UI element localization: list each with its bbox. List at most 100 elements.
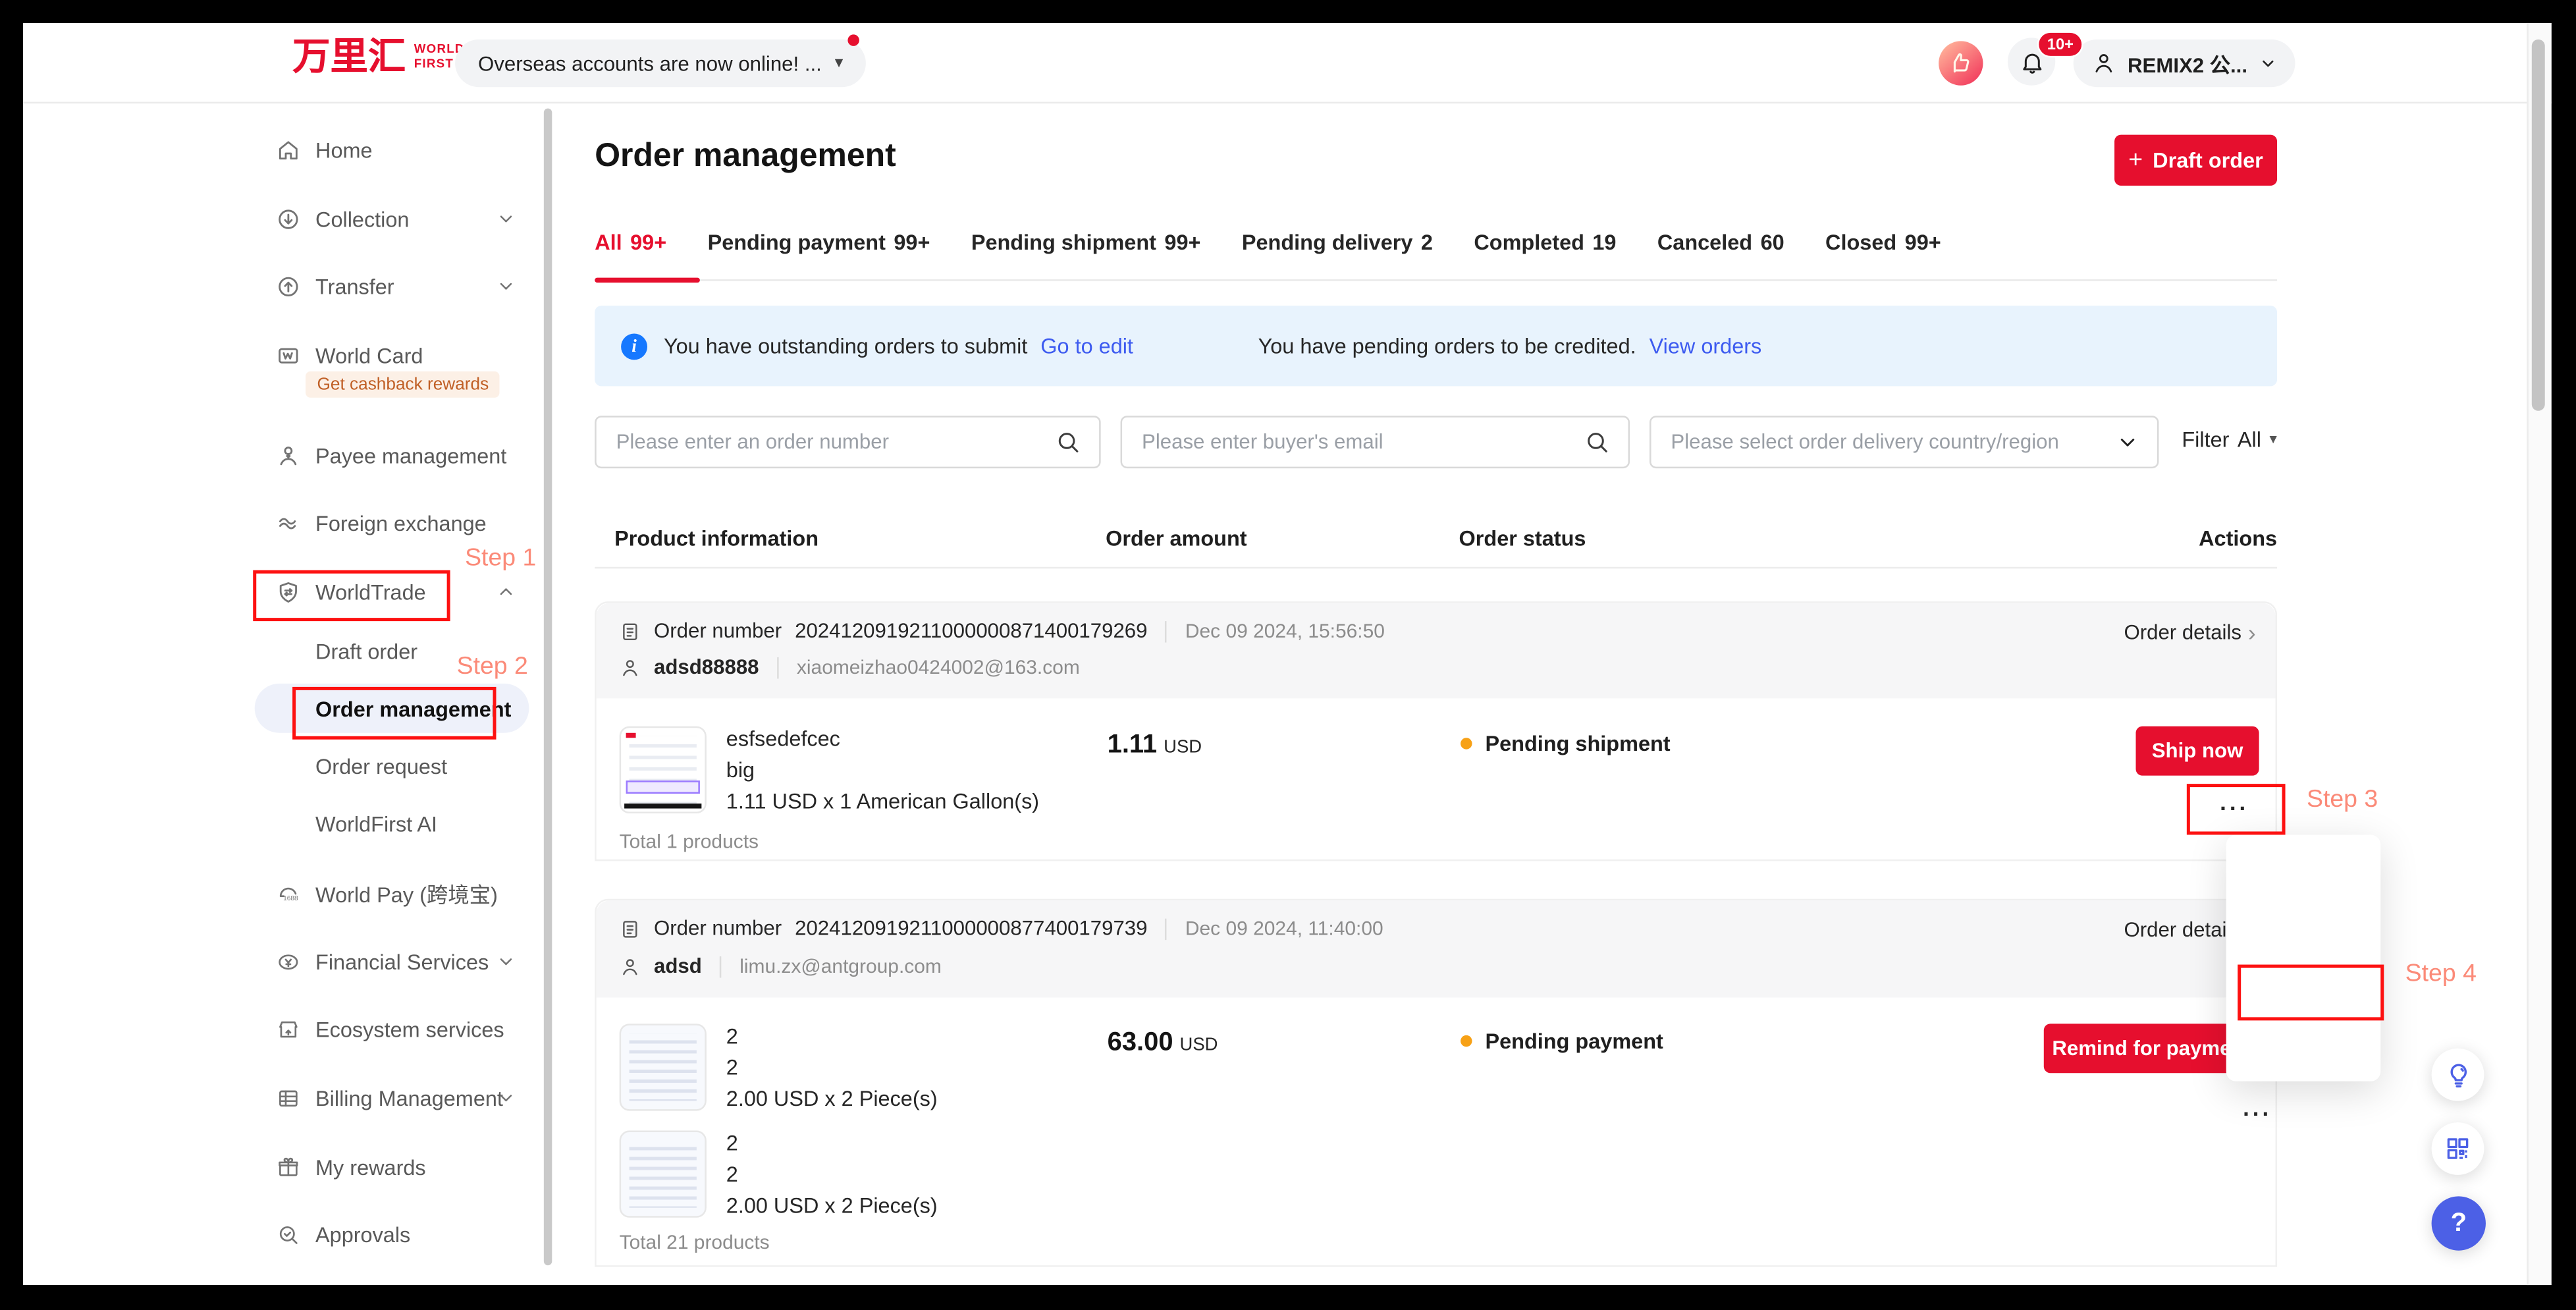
announcement-banner[interactable]: Overseas accounts are now online! ... ▾	[455, 40, 866, 87]
sidebar-label: Payee management	[315, 443, 506, 467]
more-actions-button[interactable]: ...	[2234, 1101, 2280, 1124]
document-icon	[620, 917, 641, 939]
order-number-input[interactable]	[597, 431, 1055, 454]
sidebar-item-foreign-exchange[interactable]: Foreign exchange	[276, 501, 487, 544]
question-mark-icon: ?	[2451, 1209, 2467, 1238]
view-orders-link[interactable]: View orders	[1650, 333, 1762, 358]
account-name: REMIX2 公...	[2128, 47, 2247, 78]
product-price-qty: 2.00 USD x 2 Piece(s)	[726, 1193, 938, 1217]
order-details-link[interactable]: Order details ›	[2124, 620, 2255, 646]
country-select[interactable]: Please select order delivery country/reg…	[1650, 416, 2159, 468]
sidebar-label: World Card	[315, 342, 423, 367]
go-to-edit-link[interactable]: Go to edit	[1040, 333, 1133, 358]
ship-now-button[interactable]: Ship now	[2135, 726, 2259, 776]
sidebar-item-world-card[interactable]: World Card	[276, 333, 423, 376]
table-header-divider	[595, 567, 2277, 568]
scrollbar-thumb[interactable]	[2532, 40, 2545, 411]
plus-icon: +	[2128, 146, 2143, 174]
search-icon[interactable]	[1055, 429, 1081, 455]
sidebar-item-financial-services[interactable]: Financial Services	[276, 940, 489, 983]
billing-icon	[276, 1085, 300, 1110]
search-icon[interactable]	[1584, 429, 1610, 455]
sidebar-label: Approvals	[315, 1222, 410, 1246]
product-image	[620, 726, 707, 813]
sidebar-scrollbar[interactable]	[544, 109, 552, 1265]
sidebar-label: My rewards	[315, 1155, 426, 1179]
caret-down-icon: ▾	[2269, 431, 2276, 449]
step3-label: Step 3	[2307, 786, 2378, 813]
info-icon: i	[621, 333, 647, 359]
col-actions: Actions	[2199, 526, 2277, 550]
sidebar-label: WorldFirst AI	[315, 811, 437, 835]
buyer-email-input[interactable]	[1122, 431, 1584, 454]
tab-pending-delivery[interactable]: Pending delivery2	[1242, 230, 1433, 279]
divider	[1166, 917, 1167, 939]
draft-order-button[interactable]: + Draft order	[2114, 135, 2277, 186]
sidebar-label: Foreign exchange	[315, 510, 487, 535]
tab-pending-payment[interactable]: Pending payment99+	[708, 230, 930, 279]
buyer-icon	[620, 956, 641, 977]
thumbs-up-button[interactable]	[1939, 41, 1983, 85]
chevron-up-icon[interactable]	[496, 582, 516, 601]
order-amount: 1.11USD	[1108, 731, 1202, 761]
logo-cn-text: 万里汇	[292, 38, 406, 75]
sidebar-item-order-request[interactable]: Order request	[315, 744, 447, 787]
step4-label: Step 4	[2405, 960, 2477, 987]
sidebar-item-my-rewards[interactable]: My rewards	[276, 1145, 426, 1188]
cashback-badge[interactable]: Get cashback rewards	[306, 371, 500, 398]
tab-all[interactable]: All99+	[595, 230, 666, 279]
sidebar-item-collection[interactable]: Collection	[276, 197, 409, 240]
order-amount: 63.00USD	[1108, 1029, 1218, 1058]
tips-button[interactable]	[2432, 1049, 2484, 1101]
sidebar-item-approvals[interactable]: Approvals	[276, 1213, 410, 1255]
tab-completed[interactable]: Completed19	[1474, 230, 1616, 279]
help-button[interactable]: ?	[2432, 1196, 2486, 1250]
product-name: esfsedefcec	[726, 726, 840, 751]
sidebar-item-worldfirst-ai[interactable]: WorldFirst AI	[315, 802, 437, 845]
sidebar-item-home[interactable]: Home	[276, 128, 372, 171]
tab-closed[interactable]: Closed99+	[1825, 230, 1941, 279]
world-pay-icon: 1688	[276, 880, 300, 904]
buyer-icon	[620, 657, 641, 678]
app-window: 万里汇 WORLD FIRST Overseas accounts are no…	[23, 23, 2552, 1285]
sidebar-item-billing-management[interactable]: Billing Management	[276, 1076, 503, 1119]
caret-down-icon: ▾	[835, 54, 844, 72]
buyer-name: adsd	[654, 955, 702, 978]
sidebar-label: Financial Services	[315, 949, 489, 973]
account-menu[interactable]: REMIX2 公...	[2074, 40, 2295, 87]
sidebar-item-transfer[interactable]: Transfer	[276, 265, 394, 308]
order-number-value: 2024120919211000000871400179269	[795, 620, 1147, 643]
chevron-down-icon[interactable]	[496, 952, 516, 971]
chevron-down-icon[interactable]	[496, 276, 516, 296]
col-product: Product information	[614, 526, 818, 550]
tab-pending-shipment[interactable]: Pending shipment99+	[971, 230, 1201, 279]
sidebar-item-ecosystem-services[interactable]: Ecosystem services	[276, 1007, 504, 1050]
order-status: Pending payment	[1461, 1029, 1663, 1053]
filter-dropdown[interactable]: Filter All ▾	[2182, 427, 2276, 452]
order-number-label: Order number	[654, 620, 782, 643]
svg-text:1688: 1688	[283, 894, 298, 902]
order-number-search[interactable]	[595, 416, 1100, 468]
qr-code-button[interactable]	[2432, 1122, 2484, 1175]
tab-canceled[interactable]: Canceled60	[1657, 230, 1784, 279]
product-price-qty: 2.00 USD x 2 Piece(s)	[726, 1086, 938, 1110]
product-name: 2	[726, 1023, 738, 1048]
sidebar-label: Billing Management	[315, 1085, 503, 1110]
order-status: Pending shipment	[1461, 731, 1671, 755]
product-image	[620, 1131, 707, 1218]
sidebar-item-payee-management[interactable]: Payee management	[276, 434, 506, 477]
lightbulb-icon	[2444, 1061, 2471, 1089]
page-scrollbar[interactable]	[2527, 23, 2551, 1285]
chevron-down-icon[interactable]	[496, 1088, 516, 1108]
buyer-email-search[interactable]	[1121, 416, 1630, 468]
qr-code-icon	[2445, 1135, 2471, 1162]
sidebar-label: Order request	[315, 753, 447, 778]
gift-icon	[276, 1155, 300, 1179]
chevron-down-icon[interactable]	[496, 209, 516, 229]
order-total: Total 21 products	[620, 1231, 770, 1254]
active-tab-underline	[595, 278, 700, 283]
currency: USD	[1164, 738, 1202, 757]
sidebar-item-world-pay[interactable]: 1688 World Pay (跨境宝)	[276, 871, 498, 914]
step1-label: Step 1	[465, 544, 536, 572]
sidebar-item-draft-order[interactable]: Draft order	[315, 630, 417, 672]
